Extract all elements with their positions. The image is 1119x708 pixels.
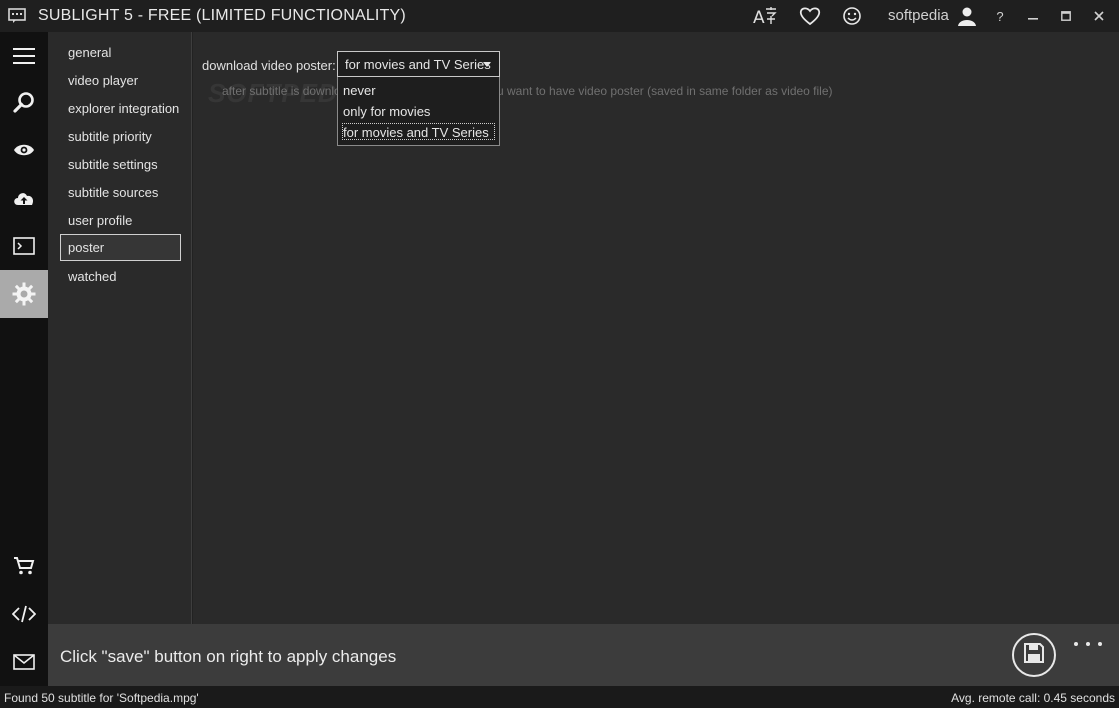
more-options-button[interactable] (1074, 638, 1102, 650)
maximize-button[interactable] (1051, 4, 1081, 28)
select-value: for movies and TV Series (345, 57, 491, 72)
settings-item-user-profile[interactable]: user profile (60, 207, 181, 234)
eye-icon[interactable] (0, 126, 48, 174)
translate-icon[interactable]: A (752, 4, 780, 28)
dot (1098, 642, 1102, 646)
minimize-button[interactable] (1018, 4, 1048, 28)
status-found-text: Found 50 subtitle for 'Softpedia.mpg' (4, 691, 199, 705)
poster-hint-text-left: after subtitle is downlo (222, 84, 341, 98)
poster-hint-text-right: u want to have video poster (saved in sa… (497, 84, 833, 98)
settings-item-subtitle-sources[interactable]: subtitle sources (60, 179, 181, 206)
code-icon[interactable] (0, 590, 48, 638)
window-title: SUBLIGHT 5 - FREE (LIMITED FUNCTIONALITY… (38, 7, 406, 24)
apply-changes-message: Click "save" button on right to apply ch… (60, 647, 397, 666)
option-never[interactable]: never (342, 81, 495, 98)
status-remote-call-text: Avg. remote call: 0.45 seconds (951, 691, 1115, 705)
settings-item-video-player[interactable]: video player (60, 67, 181, 94)
dot (1086, 642, 1090, 646)
settings-item-explorer-integration[interactable]: explorer integration (60, 95, 181, 122)
settings-item-subtitle-settings[interactable]: subtitle settings (60, 151, 181, 178)
download-poster-label: download video poster: (202, 58, 336, 73)
close-button[interactable] (1084, 4, 1114, 28)
help-button[interactable]: ? (985, 4, 1015, 28)
terminal-icon[interactable] (0, 222, 48, 270)
app-logo-icon (8, 8, 26, 24)
left-nav (0, 32, 48, 686)
mail-icon[interactable] (0, 638, 48, 686)
floppy-disk-icon (1023, 642, 1045, 669)
dropdown-arrow-icon (483, 62, 491, 67)
settings-content: download video poster: SOFTPEDIA after s… (193, 32, 1119, 624)
status-bar: Found 50 subtitle for 'Softpedia.mpg' Av… (0, 686, 1119, 708)
cloud-upload-icon[interactable] (0, 174, 48, 222)
download-poster-select[interactable]: for movies and TV Series (337, 51, 500, 77)
settings-item-subtitle-priority[interactable]: subtitle priority (60, 123, 181, 150)
smiley-icon[interactable] (838, 4, 866, 28)
username-label[interactable]: softpedia (888, 7, 949, 24)
option-only-for-movies[interactable]: only for movies (342, 102, 495, 119)
svg-text:A: A (753, 8, 765, 27)
dot (1074, 642, 1078, 646)
cart-icon[interactable] (0, 542, 48, 590)
download-poster-dropdown: never only for movies for movies and TV … (337, 77, 500, 146)
heart-icon[interactable] (796, 4, 824, 28)
option-for-movies-and-tv-series[interactable]: for movies and TV Series (342, 123, 495, 140)
menu-icon[interactable] (0, 32, 48, 80)
settings-item-watched[interactable]: watched (60, 263, 181, 290)
title-bar: SUBLIGHT 5 - FREE (LIMITED FUNCTIONALITY… (0, 0, 1119, 32)
settings-category-list: general video player explorer integratio… (48, 32, 192, 624)
search-icon[interactable] (0, 78, 48, 126)
user-icon[interactable] (953, 4, 981, 28)
settings-item-general[interactable]: general (60, 39, 181, 66)
gear-icon[interactable] (0, 270, 48, 318)
bottom-bar: Click "save" button on right to apply ch… (48, 624, 1119, 686)
save-button[interactable] (1012, 633, 1056, 677)
settings-item-poster[interactable]: poster (60, 234, 181, 261)
